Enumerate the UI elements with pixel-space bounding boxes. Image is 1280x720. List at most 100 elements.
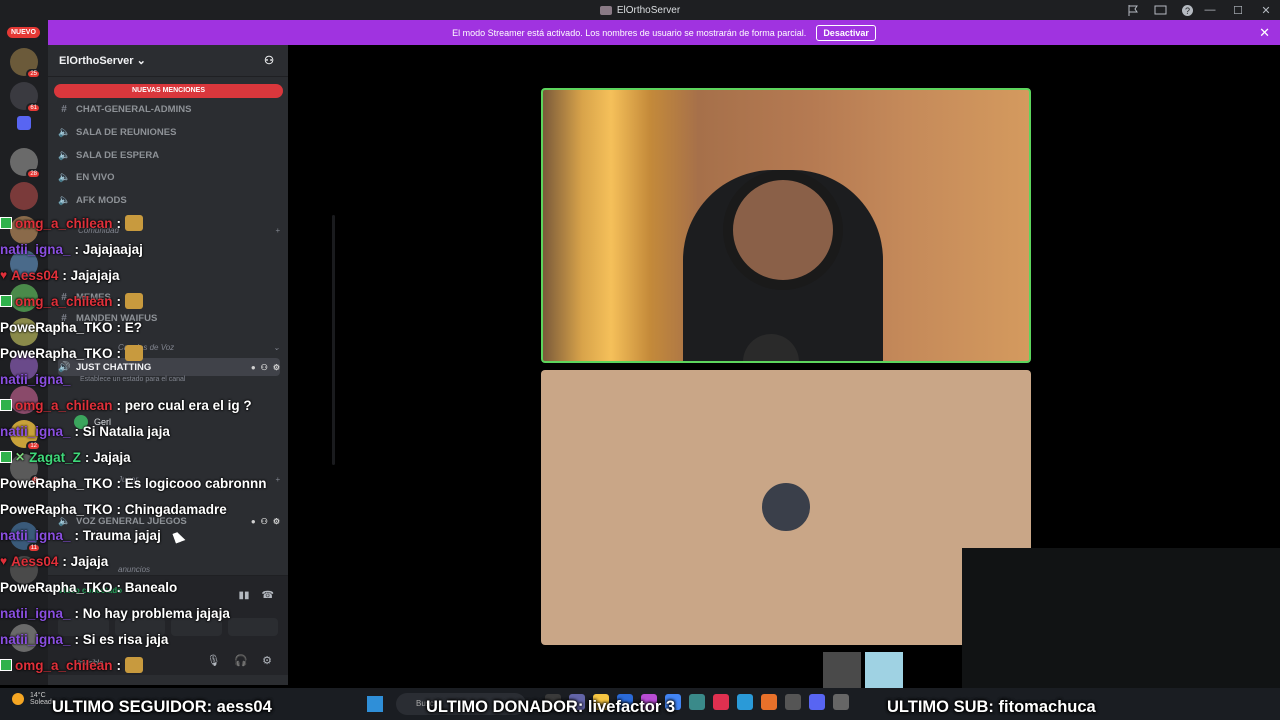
chat-message: natii_igna_: Jajajaajaj: [0, 236, 143, 262]
deactivate-button[interactable]: Desactivar: [816, 24, 876, 41]
thumbnail[interactable]: [823, 652, 861, 690]
app-icon[interactable]: [689, 694, 705, 710]
chat-message: PoweRapha_TKO: Banealo: [0, 574, 177, 600]
chat-message: omg_a_chilean: pero cual era el ig ?: [0, 392, 252, 418]
chat-message: natii_igna_: Trauma jajaj: [0, 522, 161, 548]
signal-icon[interactable]: ▮▮: [239, 590, 250, 601]
chat-message: natii_igna_: Si es risa jaja: [0, 626, 168, 652]
chat-username: natii_igna_: [0, 241, 71, 257]
channel-item[interactable]: 🔈 EN VIVO: [58, 168, 280, 186]
channel-item[interactable]: # CHAT-GENERAL-ADMINS: [58, 100, 280, 118]
chat-text: :: [116, 345, 122, 361]
close-banner-icon[interactable]: ✕: [1259, 25, 1270, 41]
heart-badge-icon: ♥: [0, 268, 8, 282]
chat-username: natii_igna_: [0, 527, 71, 543]
chat-username: omg_a_chilean: [15, 657, 113, 673]
server-icon[interactable]: 28: [10, 148, 41, 179]
server-icon[interactable]: 61: [10, 82, 41, 113]
close-icon[interactable]: ✕: [1252, 4, 1280, 17]
plus-icon[interactable]: +: [275, 475, 280, 484]
chat-message: PoweRapha_TKO: Chingadamadre: [0, 496, 227, 522]
discord-icon[interactable]: [809, 694, 825, 710]
plus-icon[interactable]: +: [275, 226, 280, 235]
windows-start-icon[interactable]: [367, 696, 383, 712]
badge-check-icon: [0, 399, 12, 411]
chat-text: : Jajajaja: [62, 267, 120, 283]
chat-message: natii_igna_: No hay problema jajaja: [0, 600, 230, 626]
gear-icon[interactable]: ⚙: [273, 517, 280, 526]
chat-username: PoweRapha_TKO: [0, 475, 113, 491]
server-icon[interactable]: 25: [10, 48, 41, 79]
speaker-icon: 🔈: [58, 149, 71, 161]
help-icon[interactable]: ?: [1181, 4, 1194, 17]
sword-badge-icon: ✕: [15, 450, 26, 464]
steam-icon[interactable]: [785, 694, 801, 710]
disconnect-icon[interactable]: ☎: [262, 590, 274, 601]
chevron-down-icon: ⌄: [136, 55, 146, 67]
opera-icon[interactable]: [713, 694, 729, 710]
chat-text: : Si Natalia jaja: [74, 423, 170, 439]
sun-icon: [12, 693, 24, 705]
headphones-icon[interactable]: 🎧: [234, 654, 248, 667]
invite-icon[interactable]: ⚇: [261, 517, 268, 526]
minimize-icon[interactable]: —: [1196, 4, 1224, 16]
weather-temp: 14°C: [30, 692, 46, 699]
channel-status-hint[interactable]: Establece un estado para el canal: [80, 376, 185, 383]
chat-username: Aess04: [11, 553, 59, 569]
participant-tile[interactable]: [541, 370, 1031, 645]
chat-text: : Si es risa jaja: [74, 631, 169, 647]
mic-icon[interactable]: 🎙: [206, 654, 220, 667]
svg-text:?: ?: [1185, 6, 1190, 16]
server-header[interactable]: ElOrthoServer ⌄ ⚇: [48, 45, 288, 77]
channel-label: SALA DE REUNIONES: [76, 126, 177, 138]
chat-text: :: [116, 657, 122, 673]
chat-message: PoweRapha_TKO: E?: [0, 314, 142, 340]
chat-username: PoweRapha_TKO: [0, 319, 113, 335]
firefox-icon[interactable]: [761, 694, 777, 710]
user-controls: 🎙 🎧 ⚙: [206, 654, 272, 667]
channel-item[interactable]: 🔈 SALA DE REUNIONES: [58, 123, 280, 141]
chat-text: :: [116, 293, 122, 309]
sidebar-scrollbar[interactable]: [332, 215, 335, 465]
settings-gear-icon[interactable]: ⚙: [262, 654, 272, 667]
last-donor-text: ULTIMO DONADOR: livefactor 3: [426, 698, 676, 716]
window-title-group: ElOrthoServer: [599, 5, 680, 16]
chat-username: Aess04: [11, 267, 59, 283]
edge-icon[interactable]: [737, 694, 753, 710]
gear-icon[interactable]: ⚙: [273, 363, 280, 372]
webcam-video-tile[interactable]: [541, 88, 1031, 363]
chat-message: natii_igna_: [0, 366, 75, 392]
new-mentions-pill[interactable]: NUEVAS MENCIONES: [54, 84, 283, 98]
screen-icon[interactable]: [1154, 4, 1167, 17]
obs-icon[interactable]: [833, 694, 849, 710]
channel-label: EN VIVO: [76, 171, 115, 183]
chat-icon[interactable]: ●: [251, 517, 256, 526]
flag-icon[interactable]: [1127, 4, 1140, 17]
folder-icon[interactable]: [17, 116, 31, 130]
hash-icon: #: [61, 103, 67, 115]
chat-icon[interactable]: ●: [251, 363, 256, 372]
invite-icon[interactable]: ⚇: [261, 363, 268, 372]
chat-text: : Chingadamadre: [116, 501, 227, 517]
channel-item[interactable]: 🔈 SALA DE ESPERA: [58, 146, 280, 164]
soundboard-button[interactable]: [227, 618, 278, 636]
chat-message: ✕ Zagat_Z: Jajaja: [0, 444, 131, 470]
add-member-icon[interactable]: ⚇: [264, 54, 274, 67]
thumbnail[interactable]: [865, 652, 903, 690]
speaker-icon: 🔈: [58, 171, 71, 183]
chat-message: omg_a_chilean:: [0, 652, 144, 678]
chat-username: natii_igna_: [0, 423, 71, 439]
channel-actions: ● ⚇ ⚙: [251, 363, 280, 372]
emote-icon: [125, 215, 144, 231]
weather-widget[interactable]: 14°C Soleado: [12, 692, 56, 706]
chat-username: PoweRapha_TKO: [0, 501, 113, 517]
streamer-head: [723, 170, 843, 290]
server-icon[interactable]: [10, 182, 38, 210]
chat-text: : Es logicooo cabronnn: [116, 475, 267, 491]
chat-username: Zagat_Z: [29, 449, 81, 465]
channel-label: AFK MODS: [76, 194, 127, 206]
server-icon: [599, 5, 612, 15]
channel-item[interactable]: 🔈 AFK MODS: [58, 191, 280, 209]
chat-message: ♥ Aess04: Jajajaja: [0, 262, 119, 288]
maximize-icon[interactable]: ☐: [1224, 4, 1252, 17]
